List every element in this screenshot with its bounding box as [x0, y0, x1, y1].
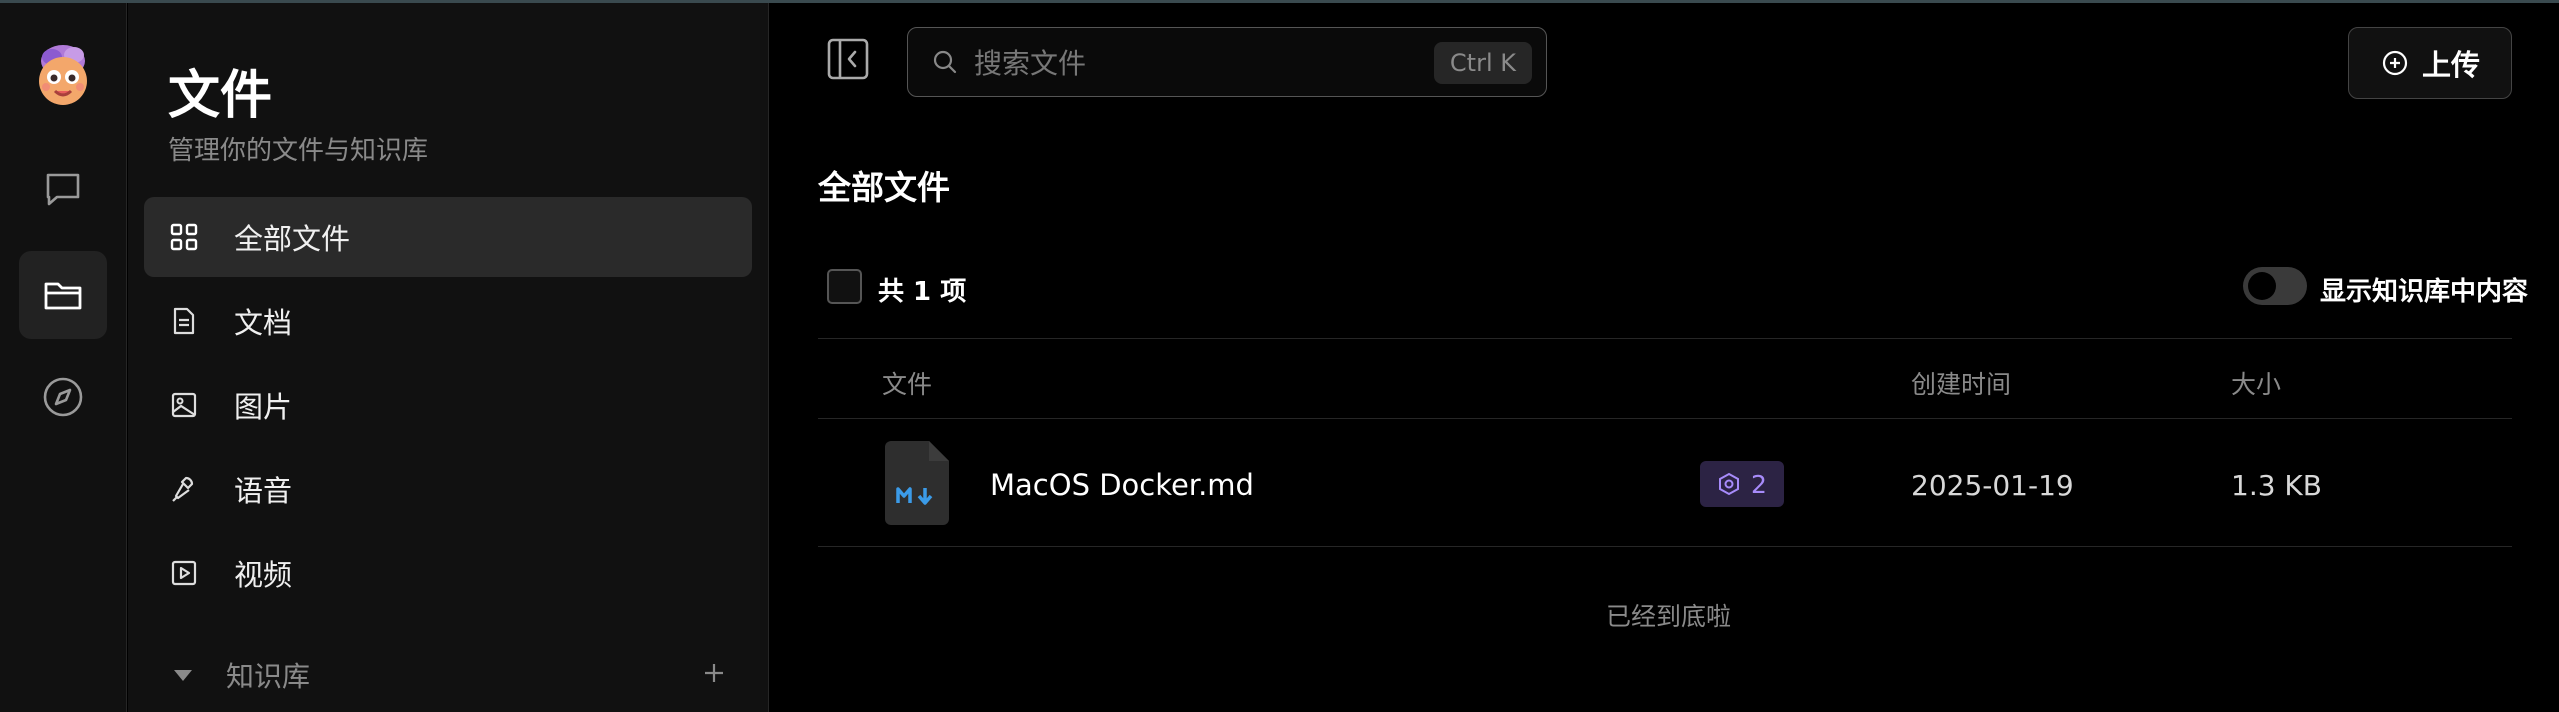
- divider: [818, 418, 2512, 419]
- sidebar-item-label: 图片: [234, 390, 293, 424]
- image-icon: [168, 389, 200, 421]
- file-sidebar: 文件 管理你的文件与知识库 全部文件 文档 图片 语音 视频 知识库: [128, 3, 769, 712]
- upload-label: 上传: [2421, 48, 2480, 82]
- column-header-size[interactable]: 大小: [2231, 365, 2281, 401]
- document-icon: [168, 305, 200, 337]
- sidebar-item-videos[interactable]: 视频: [144, 533, 752, 613]
- sidebar-item-audio[interactable]: 语音: [144, 449, 752, 529]
- search-input[interactable]: 搜索文件: [974, 42, 1086, 82]
- folder-icon: [44, 282, 82, 310]
- markdown-file-icon: [885, 441, 949, 525]
- column-header-created[interactable]: 创建时间: [1911, 365, 2011, 401]
- plus-icon[interactable]: [698, 657, 730, 689]
- file-size: 1.3 KB: [2231, 469, 2322, 502]
- toggle-knob: [2248, 272, 2276, 300]
- sidebar-item-all-files[interactable]: 全部文件: [144, 197, 752, 277]
- sidebar-item-documents[interactable]: 文档: [144, 281, 752, 361]
- file-name[interactable]: MacOS Docker.md: [990, 468, 1254, 502]
- caret-down-icon[interactable]: [174, 669, 192, 681]
- created-date: 2025-01-19: [1911, 469, 2074, 502]
- toggle-label: 显示知识库中内容: [2320, 277, 2529, 307]
- end-of-list-text: 已经到底啦: [1606, 602, 1732, 631]
- microphone-icon: [168, 473, 200, 505]
- icon-rail: [0, 3, 127, 712]
- discover-nav-button[interactable]: [19, 353, 107, 441]
- video-icon: [168, 557, 200, 589]
- show-knowledge-base-toggle[interactable]: [2243, 267, 2307, 305]
- compass-icon: [43, 377, 83, 417]
- divider: [818, 338, 2512, 339]
- grid-icon: [168, 221, 200, 253]
- sidebar-subtitle: 管理你的文件与知识库: [168, 136, 429, 166]
- plus-circle-icon: [2382, 50, 2408, 76]
- avatar[interactable]: [28, 39, 98, 111]
- sidebar-item-label: 文档: [234, 306, 293, 340]
- chunk-count: 2: [1751, 469, 1767, 499]
- collapse-sidebar-icon[interactable]: [826, 37, 870, 81]
- chat-nav-button[interactable]: [19, 145, 107, 233]
- sidebar-item-label: 视频: [234, 558, 293, 592]
- sidebar-item-images[interactable]: 图片: [144, 365, 752, 445]
- divider: [818, 546, 2512, 547]
- search-shortcut-badge: Ctrl K: [1433, 42, 1532, 84]
- main-content: 搜索文件 Ctrl K 上传 全部文件 共 1 项 显示知识库中内容 文件 创建…: [770, 3, 2559, 712]
- knowledge-base-section[interactable]: 知识库: [144, 635, 752, 712]
- hexagon-icon: [1719, 472, 1740, 496]
- search-box[interactable]: 搜索文件 Ctrl K: [907, 27, 1547, 97]
- upload-button[interactable]: 上传: [2348, 27, 2512, 99]
- column-header-file[interactable]: 文件: [882, 365, 932, 401]
- sidebar-item-label: 语音: [234, 474, 293, 508]
- sidebar-item-label: 全部文件: [234, 222, 351, 256]
- search-icon: [933, 50, 957, 74]
- chunk-count-badge[interactable]: 2: [1700, 461, 1784, 507]
- knowledge-base-label: 知识库: [226, 660, 311, 693]
- sidebar-title: 文件: [168, 66, 273, 126]
- page-title: 全部文件: [818, 168, 950, 207]
- select-all-checkbox[interactable]: [827, 269, 862, 304]
- files-nav-button[interactable]: [19, 251, 107, 339]
- chat-icon: [46, 173, 80, 206]
- item-count: 共 1 项: [878, 277, 967, 307]
